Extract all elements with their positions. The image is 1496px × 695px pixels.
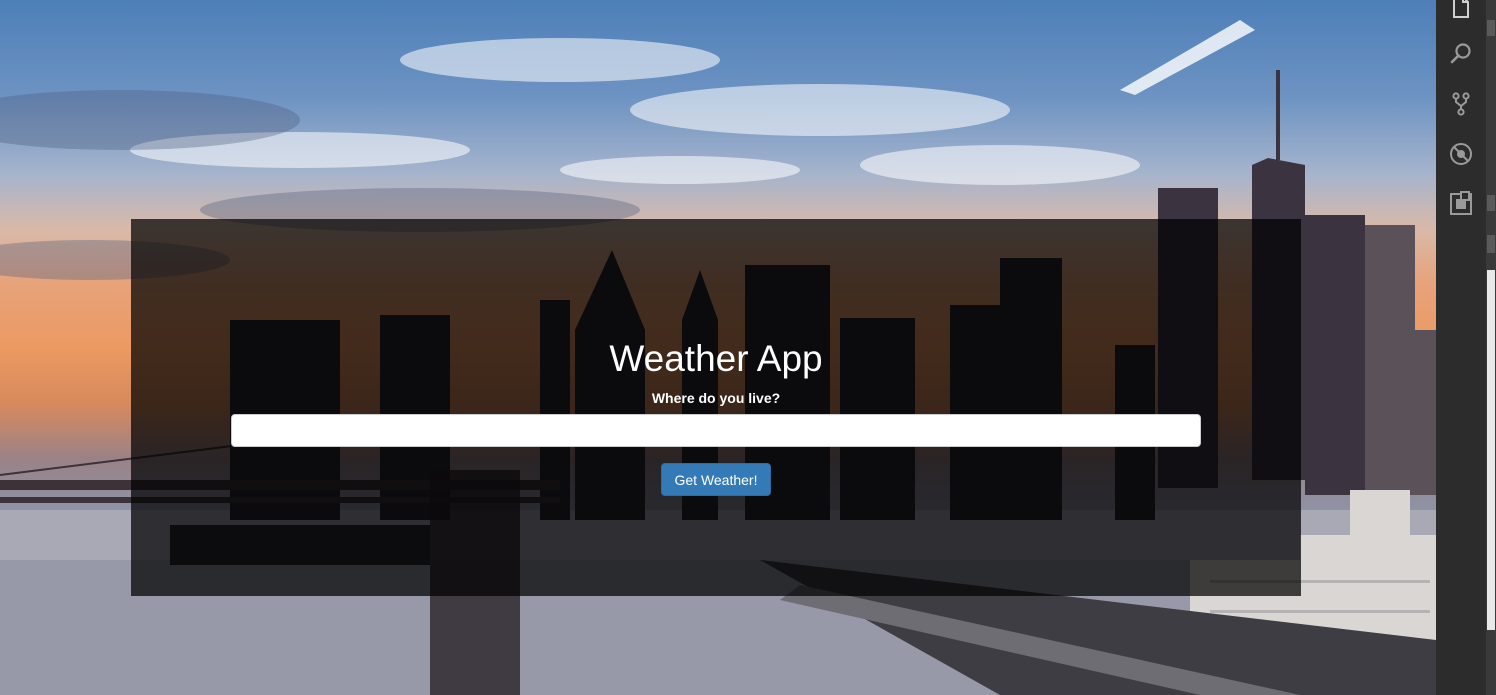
location-input[interactable] [231, 414, 1201, 447]
edge-marker [1487, 235, 1495, 253]
editor-activity-bar [1436, 0, 1486, 695]
source-control-icon[interactable] [1448, 91, 1474, 117]
editor-edge-strip [1486, 0, 1496, 695]
app-window: Weather App Where do you live? Get Weath… [0, 0, 1496, 695]
get-weather-button[interactable]: Get Weather! [661, 463, 771, 496]
edge-marker [1487, 20, 1495, 36]
location-prompt-label: Where do you live? [651, 390, 781, 406]
search-icon[interactable] [1448, 41, 1474, 67]
debug-icon[interactable] [1448, 141, 1474, 167]
files-icon[interactable] [1448, 0, 1474, 20]
edge-marker [1487, 195, 1495, 211]
extensions-icon[interactable] [1448, 191, 1474, 217]
page-title: Weather App [609, 338, 823, 379]
edge-panel [1487, 270, 1495, 630]
weather-form-panel: Weather App Where do you live? Get Weath… [131, 219, 1301, 596]
